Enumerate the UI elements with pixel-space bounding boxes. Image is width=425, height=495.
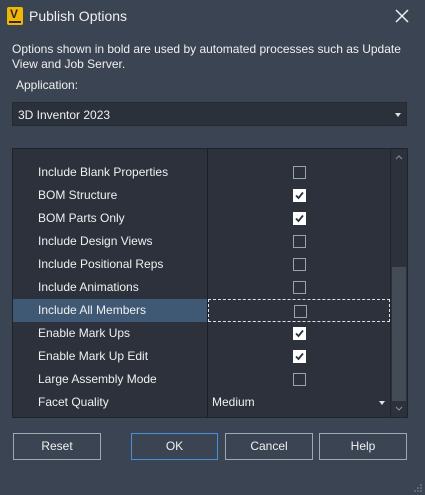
option-value-cell[interactable] xyxy=(208,161,390,184)
option-value-cell[interactable]: DWF xyxy=(208,414,390,417)
option-label: BOM Structure xyxy=(13,184,208,207)
option-label: Include Design Views xyxy=(13,230,208,253)
title-bar: Publish Options xyxy=(0,0,425,34)
option-label: BOM Parts Only xyxy=(13,207,208,230)
option-row[interactable]: Include Animations xyxy=(13,276,390,299)
description-text: Options shown in bold are used by automa… xyxy=(12,42,401,71)
resize-grip-icon[interactable] xyxy=(413,483,423,493)
option-row[interactable]: Include Design Views xyxy=(13,230,390,253)
cancel-button[interactable]: Cancel xyxy=(225,433,313,460)
option-row[interactable]: Facet Quality Medium xyxy=(13,391,390,414)
option-value-cell[interactable] xyxy=(208,299,390,322)
option-value-cell[interactable] xyxy=(208,253,390,276)
option-value-cell[interactable] xyxy=(208,276,390,299)
option-row[interactable]: DWF Type DWF xyxy=(13,414,390,417)
option-label: Include Positional Reps xyxy=(13,253,208,276)
vertical-scrollbar[interactable] xyxy=(390,149,407,417)
option-label: Include Blank Properties xyxy=(13,161,208,184)
reset-button[interactable]: Reset xyxy=(13,433,101,460)
options-grid: Include Blank Properties BOM Structure BOM… xyxy=(12,148,408,418)
help-button[interactable]: Help xyxy=(319,433,407,460)
option-checkbox[interactable] xyxy=(293,350,306,363)
application-select[interactable]: 3D Inventor 2023 xyxy=(12,102,407,126)
option-label: Include Animations xyxy=(13,276,208,299)
option-row[interactable]: BOM Parts Only xyxy=(13,207,390,230)
option-value-cell[interactable] xyxy=(208,184,390,207)
checkmark-icon xyxy=(295,352,304,361)
scrollbar-thumb[interactable] xyxy=(392,267,406,401)
option-value-cell[interactable] xyxy=(208,322,390,345)
option-row[interactable]: Enable Mark Up Edit xyxy=(13,345,390,368)
option-value-cell[interactable] xyxy=(208,207,390,230)
option-checkbox[interactable] xyxy=(293,373,306,386)
close-button[interactable] xyxy=(393,7,411,25)
checkmark-icon xyxy=(295,214,304,223)
options-grid-rows: Include Blank Properties BOM Structure BOM… xyxy=(13,149,390,417)
option-label: Enable Mark Up Edit xyxy=(13,345,208,368)
option-checkbox[interactable] xyxy=(293,189,306,202)
option-checkbox[interactable] xyxy=(293,235,306,248)
chevron-down-icon xyxy=(395,113,401,117)
option-dropdown-value: DWF xyxy=(212,414,239,417)
window-title: Publish Options xyxy=(29,8,128,24)
option-label: Large Assembly Mode xyxy=(13,368,208,391)
option-label: Include All Members xyxy=(13,299,208,322)
option-checkbox[interactable] xyxy=(293,166,306,179)
checkmark-icon xyxy=(295,191,304,200)
option-row[interactable]: Enable Mark Ups xyxy=(13,322,390,345)
scroll-up-icon[interactable] xyxy=(395,154,403,160)
option-label: Enable Mark Ups xyxy=(13,322,208,345)
option-row[interactable]: Large Assembly Mode xyxy=(13,368,390,391)
application-select-value: 3D Inventor 2023 xyxy=(18,108,111,122)
chevron-down-icon[interactable] xyxy=(379,401,385,405)
option-dropdown-value: Medium xyxy=(212,395,255,409)
option-checkbox[interactable] xyxy=(293,327,306,340)
option-value-cell[interactable] xyxy=(208,368,390,391)
option-checkbox[interactable] xyxy=(293,258,306,271)
option-value-cell[interactable] xyxy=(208,230,390,253)
option-value-cell[interactable]: Medium xyxy=(208,391,390,414)
option-value-cell[interactable] xyxy=(208,345,390,368)
ok-button[interactable]: OK xyxy=(131,433,218,460)
option-checkbox[interactable] xyxy=(294,305,307,318)
autodesk-vault-icon xyxy=(7,7,23,25)
option-row[interactable]: Include Positional Reps xyxy=(13,253,390,276)
option-checkbox[interactable] xyxy=(293,212,306,225)
option-label: DWF Type xyxy=(13,414,208,417)
options-row-partial xyxy=(13,149,390,161)
option-row[interactable]: BOM Structure xyxy=(13,184,390,207)
option-checkbox[interactable] xyxy=(293,281,306,294)
scroll-down-icon[interactable] xyxy=(395,406,403,412)
application-label: Application: xyxy=(16,78,79,92)
checkmark-icon xyxy=(295,329,304,338)
option-label: Facet Quality xyxy=(13,391,208,414)
close-icon xyxy=(395,9,409,23)
option-row[interactable]: Include All Members xyxy=(13,299,390,322)
option-row[interactable]: Include Blank Properties xyxy=(13,161,390,184)
